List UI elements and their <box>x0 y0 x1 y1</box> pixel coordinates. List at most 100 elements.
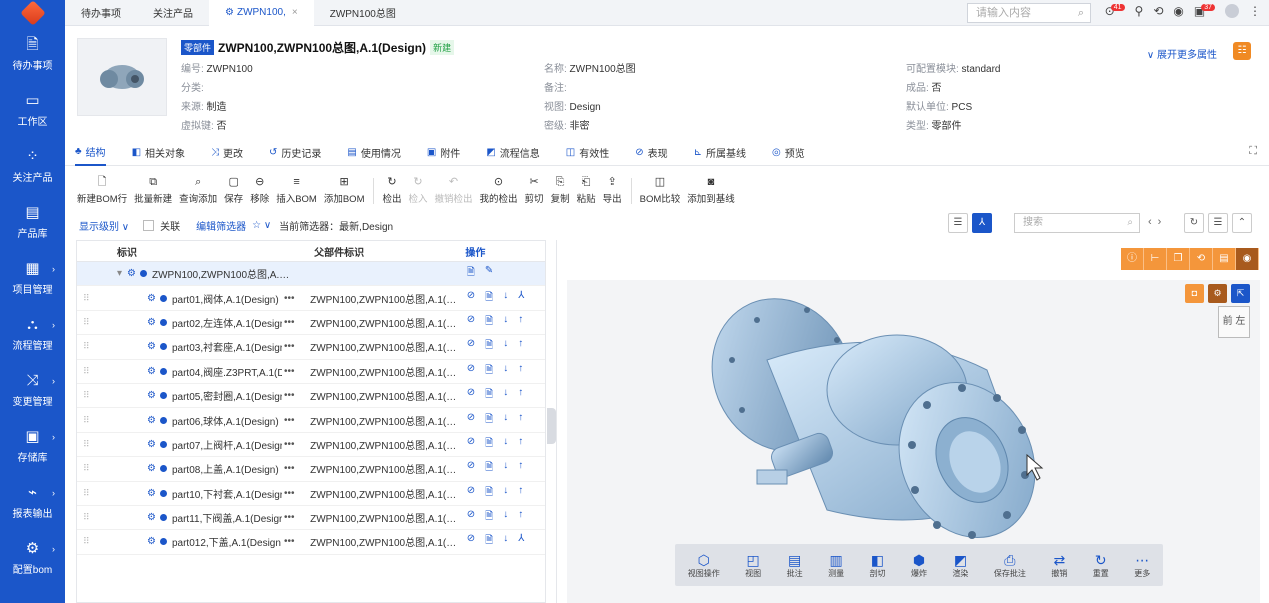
drag-handle-icon[interactable]: ⠿ <box>83 366 147 377</box>
tab-6[interactable]: ◩ 流程信息 <box>486 140 539 166</box>
caret-down-icon[interactable]: ▾ <box>117 268 122 279</box>
drag-handle-icon[interactable]: ⠿ <box>83 293 147 304</box>
document-icon[interactable]: 🗎 <box>485 460 493 477</box>
document-icon[interactable]: 🗎 <box>485 436 493 453</box>
row-action-icon[interactable]: ↑ <box>518 436 523 453</box>
document-icon[interactable]: 🗎 <box>485 290 493 307</box>
row-action-icon[interactable]: ↑ <box>518 314 523 331</box>
avatar[interactable] <box>1225 4 1239 18</box>
row-action-icon[interactable]: ↑ <box>518 509 523 526</box>
table-row[interactable]: ⠿ ⚙ part01,阀体,A.1(Design) ••• ZWPN100,ZWPN10… <box>77 286 545 311</box>
arrow-down-icon[interactable]: ↓ <box>503 436 508 453</box>
link-icon[interactable]: ⊘ <box>467 387 475 404</box>
sidebar-item-8[interactable]: ⌁ › 报表输出 <box>0 474 65 530</box>
table-row[interactable]: ⠿ ⚙ part06,球体,A.1(Design) ••• ZWPN100,ZWPN10… <box>77 408 545 433</box>
top-tab-2[interactable]: ⚙ ZWPN100, × <box>209 0 314 26</box>
sidebar-item-6[interactable]: ⤨ › 变更管理 <box>0 362 65 418</box>
arrow-down-icon[interactable]: ↓ <box>503 460 508 477</box>
tree-view-icon[interactable]: ⅄ <box>972 213 992 233</box>
message-icon[interactable]: ▣37 <box>1194 4 1215 18</box>
star-icon[interactable]: ☆ ∨ <box>252 220 271 231</box>
clipboard-icon[interactable]: ▤ <box>1213 248 1236 270</box>
table-row[interactable]: ⠿ ⚙ part07,上阀杆,A.1(Desigr ••• ZWPN100,ZWPN10… <box>77 433 545 458</box>
history-icon[interactable]: ⟲ <box>1153 4 1163 18</box>
more-icon[interactable]: ••• <box>284 488 295 499</box>
toolbar-button-0-4[interactable]: ⊖ 移除 <box>250 176 269 205</box>
row-action-icon[interactable]: ⅄ <box>518 533 524 550</box>
list-view-icon[interactable]: ☰ <box>948 213 968 233</box>
arrow-down-icon[interactable]: ↓ <box>503 338 508 355</box>
toolbar-button-0-6[interactable]: ⊞ 添加BOM <box>324 176 365 205</box>
table-row[interactable]: ⠿ ⚙ part11,下阀盖,A.1(Desigr ••• ZWPN100,ZWPN10… <box>77 506 545 531</box>
more-icon[interactable]: ••• <box>284 317 295 328</box>
prev-icon[interactable]: ‹ <box>1148 216 1158 228</box>
edit-filter-link[interactable]: 编辑筛选器 <box>196 218 246 233</box>
arrow-down-icon[interactable]: ↓ <box>503 533 508 550</box>
display-level-dropdown[interactable]: 显示级别 ∨ <box>79 218 129 233</box>
row-action-icon[interactable]: ↑ <box>518 363 523 380</box>
sidebar-item-4[interactable]: ▦ › 项目管理 <box>0 250 65 306</box>
table-row[interactable]: ⠿ ⚙ part02,左连体,A.1(Desigr ••• ZWPN100,ZWPN10… <box>77 311 545 336</box>
viewer-tool-7[interactable]: ⎙ 保存批注 <box>994 552 1026 579</box>
document-icon[interactable]: 🗎 <box>485 363 493 380</box>
link-icon[interactable]: ⊘ <box>467 436 475 453</box>
more-icon[interactable]: ••• <box>284 366 295 377</box>
toolbar-button-1-1[interactable]: ↻ 检入 <box>409 176 428 205</box>
toolbar-button-2-1[interactable]: ◙ 添加到基线 <box>687 176 735 205</box>
expand-more-attributes-link[interactable]: ∨ 展开更多属性 <box>1147 46 1217 61</box>
tab-2[interactable]: ⤨ 更改 <box>211 140 243 166</box>
drag-handle-icon[interactable]: ⠿ <box>83 317 147 328</box>
history-icon[interactable]: ⟲ <box>1190 248 1213 270</box>
toolbar-button-1-4[interactable]: ✂ 剪切 <box>525 176 544 205</box>
toolbar-button-0-2[interactable]: ⌕ 查询添加 <box>179 176 217 205</box>
tab-7[interactable]: ◫ 有效性 <box>566 140 609 166</box>
link-icon[interactable]: ⊘ <box>467 314 475 331</box>
tree-icon[interactable]: ⊢ <box>1144 248 1167 270</box>
drag-handle-icon[interactable]: ⠿ <box>83 415 147 426</box>
sidebar-item-5[interactable]: ⛬ › 流程管理 <box>0 306 65 362</box>
row-action-icon[interactable]: ↑ <box>518 338 523 355</box>
table-row[interactable]: ⠿ ⚙ part05,密封圈,A.1(Desigr ••• ZWPN100,ZWPN10… <box>77 384 545 409</box>
top-tab-1[interactable]: 关注产品 <box>137 0 209 25</box>
column-filter-icon[interactable]: ☰ <box>1208 213 1228 233</box>
viewer-tool-9[interactable]: ↻ 重置 <box>1093 552 1109 579</box>
more-icon[interactable]: ••• <box>284 390 295 401</box>
viewer-tool-3[interactable]: ▥ 测量 <box>828 552 844 579</box>
toolbar-button-1-5[interactable]: ⎘ 复制 <box>551 176 570 205</box>
user-switch-icon[interactable]: ⚲ <box>1135 4 1144 18</box>
more-icon[interactable]: ••• <box>284 536 295 547</box>
part-thumbnail[interactable] <box>77 38 167 116</box>
document-icon[interactable]: 🗎 <box>485 533 493 550</box>
refresh-icon[interactable]: ↻ <box>1184 213 1204 233</box>
row-action-icon[interactable]: ↑ <box>518 485 523 502</box>
arrow-down-icon[interactable]: ↓ <box>503 363 508 380</box>
info-icon[interactable]: ⓘ <box>1121 248 1144 270</box>
arrow-down-icon[interactable]: ↓ <box>503 314 508 331</box>
link-icon[interactable]: ⊘ <box>467 338 475 355</box>
search-icon[interactable]: ⌕ <box>1078 4 1084 22</box>
link-icon[interactable]: ⊘ <box>467 485 475 502</box>
toolbar-button-0-1[interactable]: ⧉ 批量新建 <box>134 176 172 205</box>
sidebar-item-1[interactable]: ▭ 工作区 <box>0 82 65 138</box>
drag-handle-icon[interactable]: ⠿ <box>83 390 147 401</box>
tab-1[interactable]: ◧ 相关对象 <box>132 140 185 166</box>
drag-handle-icon[interactable]: ⠿ <box>83 512 147 523</box>
tab-9[interactable]: ⊾ 所属基线 <box>694 140 746 166</box>
viewer-tool-8[interactable]: ⇄ 撤销 <box>1051 552 1067 579</box>
tab-3[interactable]: ↺ 历史记录 <box>269 140 321 166</box>
3d-canvas[interactable]: ◘ ⚙ ⇱ 前 左 ⬡ 视图操作 ◰ 视图 ▤ 批注 ▥ 测量 ◧ 剖切 ⬢ 爆… <box>567 280 1260 603</box>
viewer-tool-1[interactable]: ◰ 视图 <box>745 552 761 579</box>
close-icon[interactable]: × <box>292 7 298 18</box>
link-icon[interactable]: ⊘ <box>467 363 475 380</box>
table-row[interactable]: ⠿ ⚙ part10,下衬套,A.1(Desigr ••• ZWPN100,ZWPN10… <box>77 482 545 506</box>
row-action-icon[interactable]: ↑ <box>518 460 523 477</box>
more-icon[interactable]: ••• <box>284 293 295 304</box>
arrow-down-icon[interactable]: ↓ <box>503 387 508 404</box>
copy-icon[interactable]: ❐ <box>1167 248 1190 270</box>
drag-handle-icon[interactable]: ⠿ <box>83 536 147 547</box>
arrow-down-icon[interactable]: ↓ <box>503 290 508 307</box>
toolbar-button-1-2[interactable]: ↶ 撤销检出 <box>435 176 473 205</box>
tab-0[interactable]: ♣ 结构 <box>75 140 106 166</box>
top-tab-0[interactable]: 待办事项 <box>65 0 137 25</box>
link-icon[interactable]: ⊘ <box>467 290 475 307</box>
